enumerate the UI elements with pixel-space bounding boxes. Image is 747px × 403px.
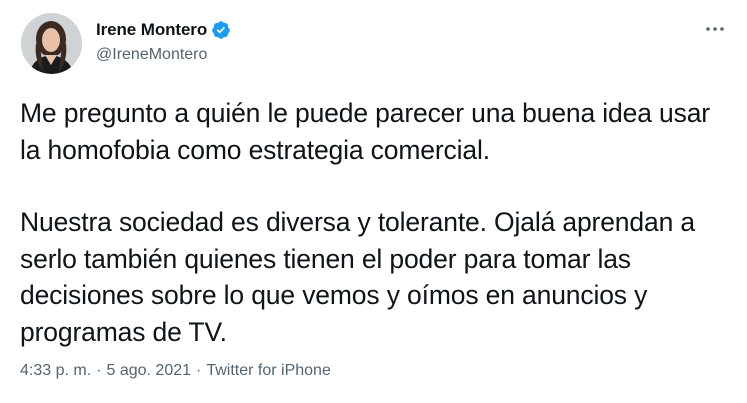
author-name[interactable]: Irene Montero bbox=[96, 20, 207, 40]
meta-separator: · bbox=[196, 362, 202, 379]
tweet-paragraph: Nuestra sociedad es diversa y tolerante.… bbox=[20, 207, 695, 347]
meta-separator: · bbox=[96, 362, 102, 379]
tweet-card: Irene Montero @IreneMontero Me pregunto … bbox=[0, 0, 747, 403]
author-handle[interactable]: @IreneMontero bbox=[96, 46, 207, 64]
avatar[interactable] bbox=[21, 13, 82, 74]
verified-badge-icon bbox=[211, 20, 231, 40]
author-name-row[interactable]: Irene Montero bbox=[96, 19, 231, 41]
tweet-meta: 4:33 p. m. · 5 ago. 2021 · Twitter for i… bbox=[20, 362, 331, 380]
tweet-time[interactable]: 4:33 p. m. bbox=[20, 362, 91, 380]
tweet-date[interactable]: 5 ago. 2021 bbox=[106, 362, 191, 380]
tweet-paragraph: Me pregunto a quién le puede parecer una… bbox=[20, 98, 710, 165]
more-options-icon bbox=[706, 27, 724, 31]
avatar-image bbox=[21, 13, 82, 74]
tweet-text: Me pregunto a quién le puede parecer una… bbox=[20, 95, 730, 350]
tweet-source[interactable]: Twitter for iPhone bbox=[206, 362, 331, 380]
more-options-button[interactable] bbox=[703, 17, 727, 41]
